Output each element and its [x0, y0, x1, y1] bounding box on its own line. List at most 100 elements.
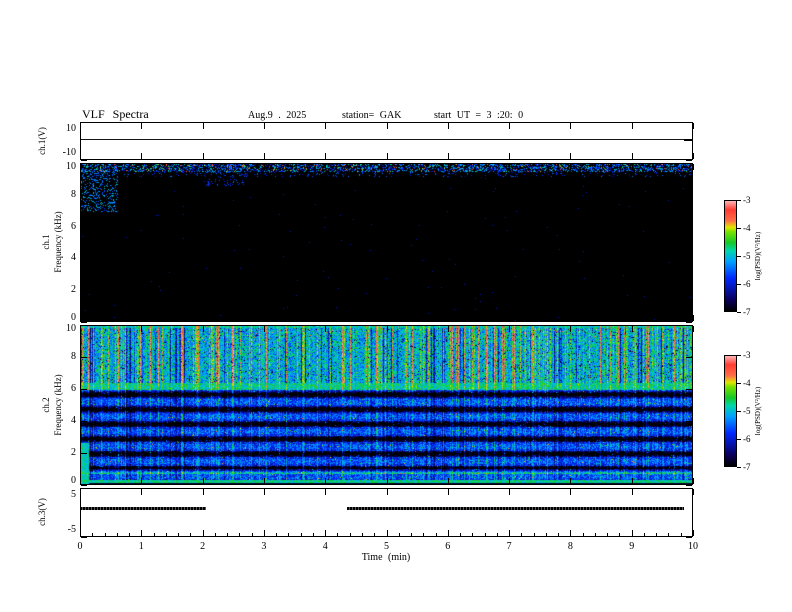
axis-tick: [693, 164, 694, 170]
colorbar-ch2-label: log(PSD)(V²/Hz): [754, 386, 762, 436]
y-tick-label: 2: [71, 447, 76, 458]
axis-minor-tick: [129, 533, 131, 536]
axis-tick: [686, 453, 692, 454]
y-tick-label: -10: [62, 147, 76, 158]
axis-minor-tick: [423, 533, 425, 536]
axis-tick: [141, 123, 143, 129]
axis-tick: [141, 478, 143, 484]
axis-minor-tick: [447, 533, 449, 536]
axis-tick: [141, 315, 143, 321]
axis-tick: [81, 453, 87, 454]
axis-minor-tick: [92, 533, 94, 536]
colorbar-tick-label: -4: [743, 223, 751, 233]
colorbar-ch1-label: log(PSD)(V²/Hz): [754, 231, 762, 281]
axis-tick: [509, 164, 511, 170]
colorbar-ch2: [724, 355, 737, 467]
axis-tick: [202, 315, 204, 321]
axis-minor-tick: [570, 533, 572, 536]
colorbar-tick: [737, 200, 741, 201]
axis-tick: [631, 478, 633, 484]
axis-tick: [447, 164, 449, 170]
y-tick-label: 6: [71, 220, 76, 232]
axis-minor-tick: [374, 533, 376, 536]
axis-minor-tick: [398, 533, 400, 536]
axis-tick: [631, 326, 633, 332]
axis-minor-tick: [643, 533, 645, 536]
y-tick-label: 0: [71, 475, 76, 486]
axis-minor-tick: [312, 533, 314, 536]
ch1-spectrogram-canvas: [81, 164, 692, 321]
x-tick-label: 6: [445, 541, 451, 552]
vlf-spectra-plot: VLF Spectra Aug.9 . 2025 station= GAK st…: [0, 0, 792, 612]
axis-minor-tick: [435, 533, 437, 536]
axis-minor-tick: [300, 533, 302, 536]
x-tick-label: 5: [384, 541, 389, 552]
axis-tick: [263, 315, 265, 321]
axis-tick: [141, 153, 143, 159]
axis-minor-tick: [214, 533, 216, 536]
axis-minor-tick: [239, 533, 241, 536]
colorbar-tick: [737, 228, 741, 229]
axis-tick: [202, 164, 204, 170]
axis-minor-tick: [460, 533, 462, 536]
axis-minor-tick: [178, 533, 180, 536]
axis-tick: [263, 489, 265, 495]
axis-tick: [325, 326, 327, 332]
axis-minor-tick: [533, 533, 535, 536]
colorbar-tick-label: -5: [743, 251, 751, 261]
ch3-voltage-trace: [346, 507, 684, 510]
axis-tick: [80, 153, 81, 159]
colorbar-tick-label: -7: [743, 462, 751, 472]
axis-tick: [447, 478, 449, 484]
axis-tick: [263, 164, 265, 170]
x-tick-label: 3: [261, 541, 267, 552]
axis-minor-tick: [349, 533, 351, 536]
axis-minor-tick: [496, 533, 498, 536]
axis-minor-tick: [680, 533, 682, 536]
axis-tick: [263, 153, 265, 159]
axis-minor-tick: [545, 533, 547, 536]
axis-tick: [81, 122, 87, 123]
x-tick-label: 9: [629, 541, 635, 552]
colorbar-tick: [737, 256, 741, 257]
axis-minor-tick: [251, 533, 253, 536]
axis-tick: [686, 322, 692, 323]
colorbar-ch1: [724, 200, 737, 312]
axis-tick: [80, 478, 81, 484]
y-tick-label: 6: [71, 383, 76, 394]
axis-minor-tick: [558, 533, 560, 536]
x-tick-label: 7: [506, 541, 512, 552]
axis-tick: [263, 123, 265, 129]
axis-tick: [202, 326, 204, 332]
axis-tick: [81, 488, 87, 489]
axis-tick: [325, 315, 327, 321]
axis-tick: [141, 326, 143, 332]
axis-tick: [81, 290, 87, 292]
colorbar-tick: [737, 439, 741, 440]
axis-tick: [570, 326, 572, 332]
axis-tick: [570, 478, 572, 484]
axis-minor-tick: [337, 533, 339, 536]
axis-tick: [509, 478, 511, 484]
axis-tick: [686, 122, 692, 123]
axis-tick: [386, 326, 388, 332]
axis-tick: [202, 478, 204, 484]
y-tick-label: 10: [66, 123, 76, 134]
axis-tick: [631, 153, 633, 159]
x-tick-label: 8: [567, 541, 573, 552]
axis-tick: [81, 357, 87, 358]
axis-tick: [81, 258, 87, 260]
colorbar-tick: [737, 312, 741, 313]
axis-minor-tick: [693, 533, 694, 536]
panel-ch1-spectrogram: [80, 163, 693, 322]
y-tick-label: 5: [71, 489, 76, 500]
colorbar-tick-label: -6: [743, 279, 751, 289]
y-tick-label: 4: [71, 415, 76, 426]
colorbar-tick-label: -6: [743, 434, 751, 444]
ch2-spectrogram-canvas: [81, 326, 692, 484]
axis-minor-tick: [484, 533, 486, 536]
colorbar-tick: [737, 284, 741, 285]
panel-ch2-spectrogram: [80, 325, 693, 485]
axis-tick: [686, 194, 692, 196]
colorbar-tick-label: -7: [743, 307, 751, 317]
